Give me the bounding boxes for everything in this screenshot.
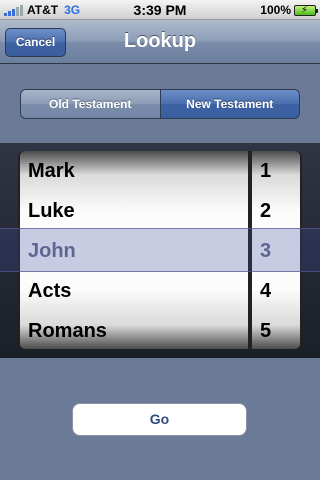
battery-icon: ⚡ [294, 4, 318, 16]
testament-segmented-control: Old Testament New Testament [20, 89, 300, 119]
book-row[interactable]: Luke [20, 191, 248, 231]
navigation-bar: Cancel Lookup [0, 20, 320, 64]
go-button[interactable]: Go [72, 403, 247, 436]
book-row-selected[interactable]: John [20, 231, 248, 271]
book-wheel[interactable]: Mark Luke John Acts Romans [20, 151, 248, 349]
chapter-wheel[interactable]: 1 2 3 4 5 [252, 151, 300, 349]
chapter-row[interactable]: 5 [252, 311, 300, 349]
segment-new-testament[interactable]: New Testament [160, 90, 299, 118]
status-right: 100% ⚡ [260, 3, 318, 17]
segment-old-testament[interactable]: Old Testament [21, 90, 161, 118]
picker-frame: Mark Luke John Acts Romans 1 2 3 4 5 [18, 151, 302, 349]
battery-percent: 100% [260, 3, 291, 17]
book-chapter-picker: Mark Luke John Acts Romans 1 2 3 4 5 [0, 143, 320, 358]
chapter-row[interactable]: 1 [252, 151, 300, 191]
chapter-row-selected[interactable]: 3 [252, 231, 300, 271]
status-bar: AT&T 3G 3:39 PM 100% ⚡ [0, 0, 320, 20]
book-row[interactable]: Mark [20, 151, 248, 191]
chapter-row[interactable]: 2 [252, 191, 300, 231]
chapter-row[interactable]: 4 [252, 271, 300, 311]
book-row[interactable]: Acts [20, 271, 248, 311]
page-title: Lookup [123, 30, 197, 52]
book-row[interactable]: Romans [20, 311, 248, 349]
